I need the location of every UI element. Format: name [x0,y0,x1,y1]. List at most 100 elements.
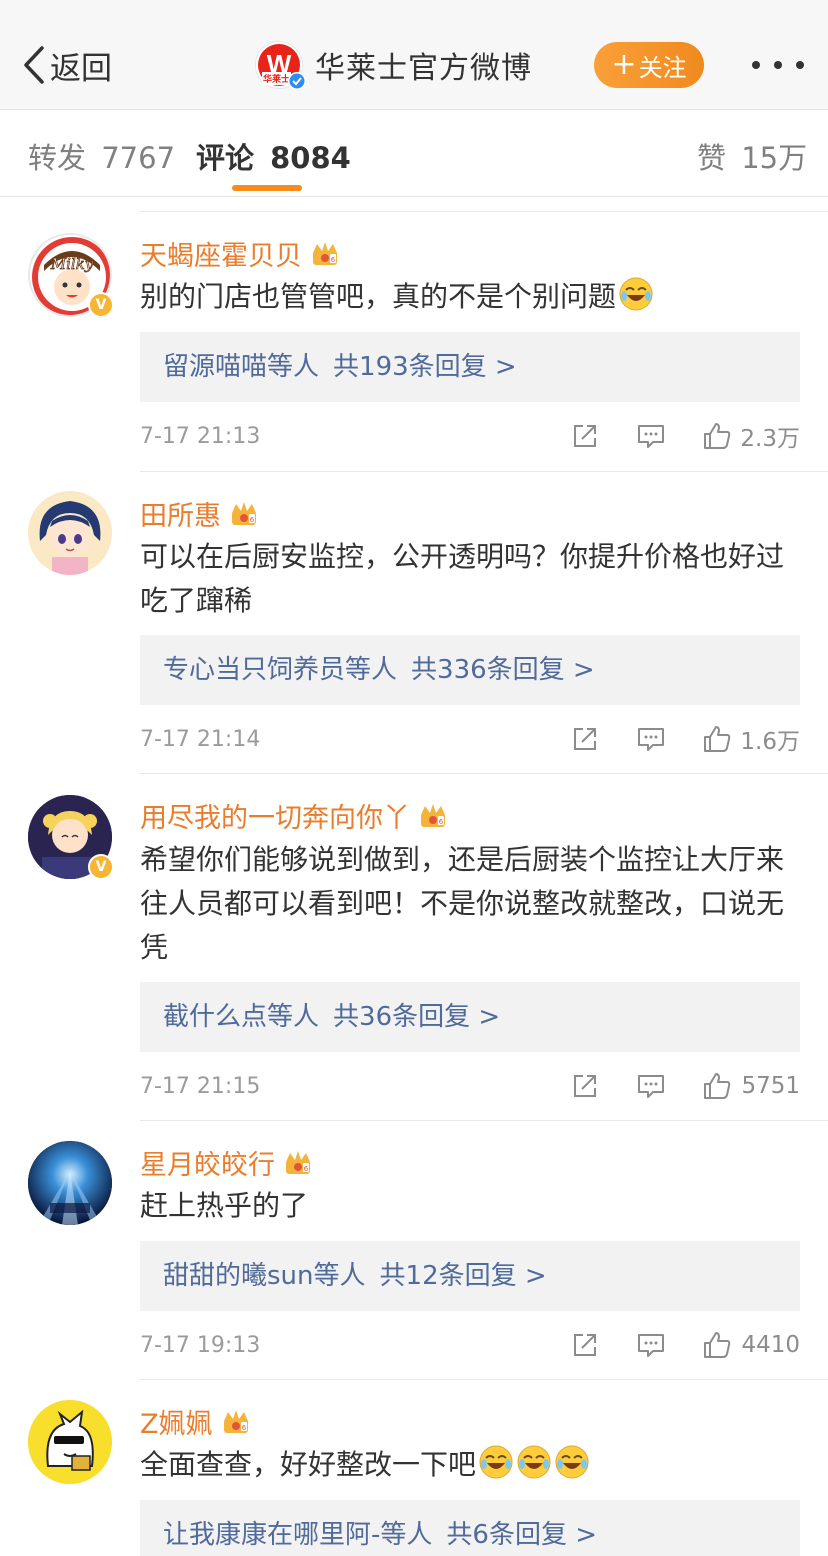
avatar-text: Milky [50,255,94,273]
username-text: Z姵姵 [140,1409,213,1440]
tab-repost-label: 转发 [28,141,87,175]
like-icon[interactable] [702,1071,732,1101]
reply-user[interactable]: 甜甜的曦sun [163,1261,314,1291]
laughing-tears-emoji-icon [478,1444,514,1480]
tab-likes-count: 15万 [741,141,808,175]
reply-user[interactable]: 截什么点 [163,1002,267,1032]
vip-crown-icon [229,501,259,527]
laughing-tears-emoji-icon [516,1444,552,1480]
reply-etc: 等人 [345,655,398,685]
comment-time: 7-17 21:14 [140,726,261,752]
reply-user[interactable]: 专心当只饲养员 [163,655,345,685]
reply-etc: 等人 [267,352,320,382]
reply-user[interactable]: 让我康康在哪里阿- [163,1520,380,1550]
comment-text-body: 希望你们能够说到做到，还是后厨装个监控让大厅来往人员都可以看到吧！不是你说整改就… [140,843,785,964]
plus-icon: + [611,47,637,82]
reply-count[interactable]: 共336条回复 > [411,655,595,685]
reply-etc: 等人 [380,1520,433,1550]
divider [140,1379,828,1380]
tab-comments-label: 评论 [196,141,255,175]
comment-meta: 7-17 21:15 5751 [140,1066,800,1106]
avatar-image [28,491,112,575]
chevron-left-icon [24,46,44,84]
reply-etc: 等人 [267,1002,320,1032]
username-text: 天蝎座霍贝贝 [140,241,302,272]
tab-repost-count: 7767 [101,141,176,175]
username-text: 田所惠 [140,501,221,532]
reply-count[interactable]: 共12条回复 > [380,1261,547,1291]
reply-count[interactable]: 共6条回复 > [446,1520,597,1550]
account-header[interactable]: W 华莱士 华莱士官方微博 [255,38,532,92]
tab-likes[interactable]: 赞 15万 [697,135,807,177]
back-label: 返回 [50,50,112,87]
reply-count[interactable]: 共193条回复 > [333,352,517,382]
comment-text-body: 赶上热乎的了 [140,1189,309,1222]
username[interactable]: 用尽我的一切奔向你丫 [140,796,448,835]
comment-time: 7-17 19:13 [140,1332,261,1358]
replies-summary[interactable]: 让我康康在哪里阿-等人 共6条回复 > [140,1500,800,1556]
username[interactable]: 天蝎座霍贝贝 [140,234,340,273]
comment-text-body: 全面查查，好好整改一下吧 [140,1448,477,1481]
like-icon[interactable] [702,1330,732,1360]
vip-crown-icon [221,1409,251,1435]
tab-comments[interactable]: 评论 8084 [196,135,351,177]
avatar[interactable] [28,1141,112,1225]
active-tab-indicator [232,185,302,191]
reply-comment-icon[interactable] [636,1330,666,1360]
username[interactable]: 星月皎皎行 [140,1143,313,1182]
share-icon[interactable] [570,1330,600,1360]
avatar[interactable] [28,1400,112,1484]
comment-meta: 7-17 19:13 4410 [140,1325,800,1365]
divider [140,1120,828,1121]
username-text: 用尽我的一切奔向你丫 [140,803,410,834]
replies-summary[interactable]: 留源喵喵等人 共193条回复 > [140,332,800,402]
account-name: 华莱士官方微博 [315,51,532,86]
like-icon[interactable] [702,421,732,451]
comment-text-body: 别的门店也管管吧，真的不是个别问题 [140,280,617,313]
replies-summary[interactable]: 专心当只饲养员等人 共336条回复 > [140,635,800,705]
laughing-tears-emoji-icon [618,276,654,312]
verified-yellow-icon: V [88,292,114,318]
laughing-tears-emoji-icon [554,1444,590,1480]
tab-repost[interactable]: 转发 7767 [28,135,175,177]
reply-count[interactable]: 共36条回复 > [333,1002,500,1032]
username[interactable]: Z姵姵 [140,1402,251,1441]
share-icon[interactable] [570,724,600,754]
dot [752,61,760,69]
reply-user[interactable]: 留源喵喵 [163,352,267,382]
share-icon[interactable] [570,1071,600,1101]
comment-meta: 7-17 21:13 2.3万 [140,416,800,456]
avatar[interactable] [28,491,112,575]
reply-etc: 等人 [313,1261,366,1291]
back-button[interactable]: 返回 [22,40,112,90]
follow-button[interactable]: + 关注 [594,42,704,88]
comment-text: 可以在后厨安监控，公开透明吗？你提升价格也好过吃了蹿稀 [140,535,800,623]
username[interactable]: 田所惠 [140,494,259,533]
share-icon[interactable] [570,421,600,451]
like-count: 4410 [741,1332,800,1358]
vip-crown-icon [418,803,448,829]
replies-summary[interactable]: 截什么点等人 共36条回复 > [140,982,800,1052]
dot [774,61,782,69]
top-nav-bar: 返回 W 华莱士 华莱士官方微博 + 关注 [0,0,828,110]
comment-time: 7-17 21:13 [140,423,261,449]
username-text: 星月皎皎行 [140,1150,275,1181]
reply-comment-icon[interactable] [636,421,666,451]
like-count: 5751 [741,1073,800,1099]
more-options-icon[interactable] [752,50,804,80]
account-logo[interactable]: W 华莱士 [255,41,306,90]
comment-meta: 7-17 21:14 1.6万 [140,719,800,759]
replies-summary[interactable]: 甜甜的曦sun等人 共12条回复 > [140,1241,800,1311]
like-icon[interactable] [702,724,732,754]
reply-comment-icon[interactable] [636,724,666,754]
like-count: 2.3万 [740,426,800,452]
tab-comments-count: 8084 [270,141,351,175]
verified-blue-icon [288,72,306,90]
comment-text-body: 可以在后厨安监控，公开透明吗？你提升价格也好过吃了蹿稀 [140,540,785,617]
comment-text: 全面查查，好好整改一下吧 [140,1443,800,1487]
avatar-image [28,1400,112,1484]
comment-text: 赶上热乎的了 [140,1184,800,1228]
reply-comment-icon[interactable] [636,1071,666,1101]
verified-yellow-icon: V [88,854,114,880]
tab-bar: 转发 7767 评论 8084 赞 15万 [0,111,828,197]
